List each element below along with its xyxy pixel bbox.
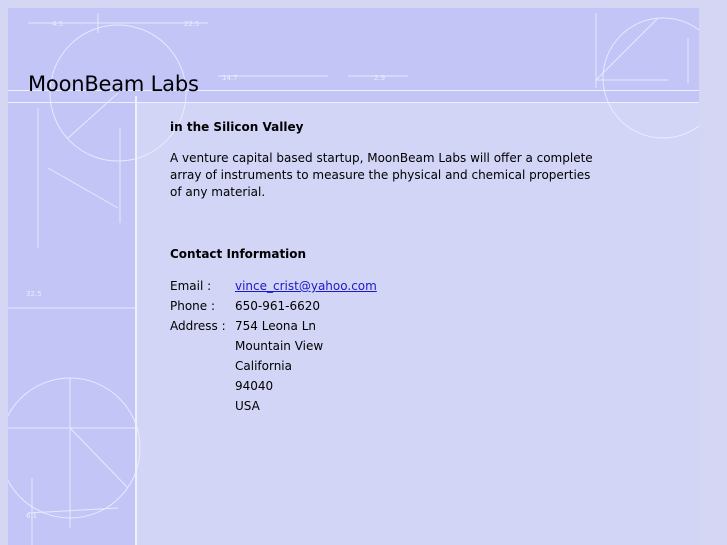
decor-label: 6.1 [26, 512, 37, 520]
phone-value: 650-961-6620 [235, 299, 321, 313]
intro-heading: in the Silicon Valley [170, 120, 304, 134]
address-label: Address : [170, 319, 226, 333]
contact-row-email: Email : vince_crist@yahoo.com [170, 276, 377, 296]
decor-label: 14.7 [222, 74, 238, 82]
contact-row-address: 94040 [170, 376, 377, 396]
address-line: Mountain View [235, 339, 324, 353]
email-label: Email : [170, 279, 212, 293]
page: 4.5 22.5 14.7 2.9 32.5 6.1 MoonBeam Labs… [8, 8, 699, 545]
decor-label: 2.9 [374, 74, 385, 82]
main-content: in the Silicon Valley A venture capital … [170, 119, 600, 416]
decor-label: 4.5 [52, 20, 63, 28]
header-rule [8, 102, 699, 103]
contact-row-phone: Phone : 650-961-6620 [170, 296, 377, 316]
address-line: 94040 [235, 379, 274, 393]
contact-row-address: USA [170, 396, 377, 416]
sidebar-divider [135, 96, 137, 545]
address-line: California [235, 359, 292, 373]
contact-row-address: California [170, 356, 377, 376]
email-link[interactable]: vince_crist@yahoo.com [235, 279, 377, 293]
decor-label: 32.5 [26, 290, 42, 298]
site-title: MoonBeam Labs [28, 72, 199, 96]
address-line: 754 Leona Ln [235, 319, 316, 333]
phone-label: Phone : [170, 299, 216, 313]
contact-heading: Contact Information [170, 247, 307, 261]
contact-row-address: Mountain View [170, 336, 377, 356]
decor-label: 22.5 [184, 20, 200, 28]
contact-table: Email : vince_crist@yahoo.com Phone : 65… [170, 276, 377, 416]
contact-row-address: Address : 754 Leona Ln [170, 316, 377, 336]
intro-text: A venture capital based startup, MoonBea… [170, 151, 593, 199]
address-line: USA [235, 399, 260, 413]
